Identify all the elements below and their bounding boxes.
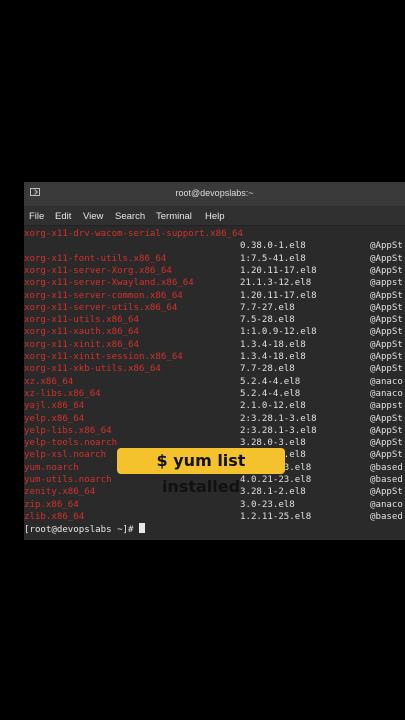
package-row: xorg-x11-drv-wacom-serial-support.x86_64	[24, 228, 405, 240]
package-row: yelp-libs.x86_64 2:3.28.1-3.el8 @AppSt	[24, 425, 405, 437]
package-row: xorg-x11-xinit.x86_64 1.3.4-18.el8 @AppSt	[24, 339, 405, 351]
package-repo: @AppSt	[370, 241, 403, 252]
package-repo: @AppSt	[370, 290, 403, 301]
package-version: 1.20.11-17.el8	[240, 265, 317, 276]
package-repo: @appst	[370, 278, 403, 289]
package-row: xorg-x11-utils.x86_64 7.5-28.el8 @AppSt	[24, 314, 405, 326]
package-name: xorg-x11-xinit-session.x86_64	[24, 352, 183, 362]
package-repo: @AppSt	[370, 327, 403, 338]
package-repo: @AppSt	[370, 253, 403, 264]
package-name: yelp-xsl.noarch	[24, 450, 107, 461]
package-repo: @AppSt	[370, 364, 403, 375]
package-version: 1.3.4-18.el8	[240, 339, 306, 350]
package-repo: @AppSt	[370, 425, 403, 436]
package-repo: @appst	[370, 401, 403, 412]
package-version: 2.1.0-12.el8	[240, 401, 306, 412]
package-repo: @based	[370, 475, 403, 485]
package-version: 7.7-27.el8	[240, 302, 295, 313]
package-row: xorg-x11-xinit-session.x86_64 1.3.4-18.el…	[24, 351, 405, 363]
text-cursor	[138, 523, 145, 534]
package-version: 3.28.1-2.el8	[240, 487, 306, 498]
package-repo: @AppSt	[370, 487, 403, 498]
package-name: xorg-x11-xkb-utils.x86_64	[24, 364, 161, 375]
package-repo: @AppSt	[370, 352, 403, 362]
title-bar: root@devopslabs:~	[24, 182, 405, 206]
menu-bar: File Edit View Search Terminal Help	[24, 206, 405, 226]
window-title: root@devopslabs:~	[175, 188, 254, 198]
package-repo: @AppSt	[370, 438, 403, 449]
package-repo: @anaco	[370, 388, 403, 399]
package-repo: @AppSt	[370, 450, 403, 461]
menu-terminal[interactable]: Terminal	[156, 211, 192, 222]
package-name: xorg-x11-utils.x86_64	[24, 315, 139, 326]
package-name: yelp-tools.noarch	[24, 438, 118, 449]
package-row: xorg-x11-server-Xwayland.x86_64 21.1.3-12…	[24, 277, 405, 289]
package-version: 4.0.21-23.el8	[240, 475, 312, 485]
menu-file[interactable]: File	[29, 211, 44, 222]
package-name: zlib.x86_64	[24, 511, 85, 522]
package-row: zlib.x86_64 1.2.11-25.el8 @based	[24, 511, 405, 523]
package-repo: @based	[370, 462, 403, 473]
package-name: xorg-x11-font-utils.x86_64	[24, 253, 167, 264]
package-version: 7.5-28.el8	[240, 315, 295, 326]
package-row: 0.38.0-1.el8 @AppSt	[24, 240, 405, 252]
package-version: 5.2.4-4.el8	[240, 388, 301, 399]
package-version: 2:3.28.1-3.el8	[240, 413, 317, 424]
package-name: xorg-x11-server-utils.x86_64	[24, 302, 178, 313]
package-repo: @based	[370, 511, 403, 522]
package-row: yajl.x86_64 2.1.0-12.el8 @appst	[24, 400, 405, 412]
prompt-text: [root@devopslabs ~]#	[24, 525, 139, 536]
package-row: xorg-x11-font-utils.x86_64 1:7.5-41.el8 @A…	[24, 253, 405, 265]
command-caption: $ yum list installed	[117, 448, 285, 496]
package-row: xorg-x11-server-common.x86_64 1.20.11-17.…	[24, 290, 405, 302]
package-repo: @anaco	[370, 499, 403, 510]
package-row: zip.x86_64 3.0-23.el8 @anaco	[24, 499, 405, 511]
package-name: xz.x86_64	[24, 376, 74, 387]
package-name: yajl.x86_64	[24, 401, 85, 412]
menu-view[interactable]: View	[83, 211, 103, 222]
menu-search[interactable]: Search	[115, 211, 145, 222]
package-name: xorg-x11-drv-wacom-serial-support.x86_64	[24, 229, 243, 239]
package-row: xz.x86_64 5.2.4-4.el8 @anaco	[24, 376, 405, 388]
package-version: 1:1.0.9-12.el8	[240, 327, 317, 338]
package-name: xorg-x11-xauth.x86_64	[24, 327, 139, 338]
package-repo: @AppSt	[370, 315, 403, 326]
menu-edit[interactable]: Edit	[55, 211, 71, 222]
package-row: yelp.x86_64 2:3.28.1-3.el8 @AppSt	[24, 413, 405, 425]
package-version: 0.38.0-1.el8	[240, 241, 306, 252]
package-repo: @AppSt	[370, 339, 403, 350]
package-name: yum-utils.noarch	[24, 475, 112, 485]
package-version: 1:7.5-41.el8	[240, 253, 306, 264]
package-name: xorg-x11-server-common.x86_64	[24, 290, 183, 301]
package-row: xz-libs.x86_64 5.2.4-4.el8 @anaco	[24, 388, 405, 400]
package-row: xorg-x11-xauth.x86_64 1:1.0.9-12.el8 @AppS…	[24, 326, 405, 338]
package-name: xorg-x11-xinit.x86_64	[24, 339, 139, 350]
shell-prompt[interactable]: [root@devopslabs ~]#	[24, 523, 145, 536]
package-name: yum.noarch	[24, 462, 79, 473]
package-repo: @anaco	[370, 376, 403, 387]
package-version: 1.3.4-18.el8	[240, 352, 306, 362]
package-version: 3.0-23.el8	[240, 499, 295, 510]
package-row: xorg-x11-xkb-utils.x86_64 7.7-28.el8 @AppS…	[24, 363, 405, 375]
package-repo: @AppSt	[370, 413, 403, 424]
package-version: 2:3.28.1-3.el8	[240, 425, 317, 436]
package-name: xorg-x11-server-Xorg.x86_64	[24, 265, 172, 276]
package-row: xorg-x11-server-Xorg.x86_64 1.20.11-17.el…	[24, 265, 405, 277]
package-version: 7.7-28.el8	[240, 364, 295, 375]
package-version: 1.2.11-25.el8	[240, 511, 312, 522]
package-name: xorg-x11-server-Xwayland.x86_64	[24, 278, 194, 289]
package-name: zenity.x86_64	[24, 487, 96, 498]
package-version: 5.2.4-4.el8	[240, 376, 301, 387]
package-name: zip.x86_64	[24, 499, 79, 510]
package-name: yelp-libs.x86_64	[24, 425, 112, 436]
package-repo: @AppSt	[370, 265, 403, 276]
package-row: xorg-x11-server-utils.x86_64 7.7-27.el8 @A…	[24, 302, 405, 314]
package-version: 1.20.11-17.el8	[240, 290, 317, 301]
package-repo: @AppSt	[370, 302, 403, 313]
package-version: 21.1.3-12.el8	[240, 278, 312, 289]
package-name: xz-libs.x86_64	[24, 388, 101, 399]
package-name: yelp.x86_64	[24, 413, 85, 424]
menu-help[interactable]: Help	[205, 211, 225, 222]
